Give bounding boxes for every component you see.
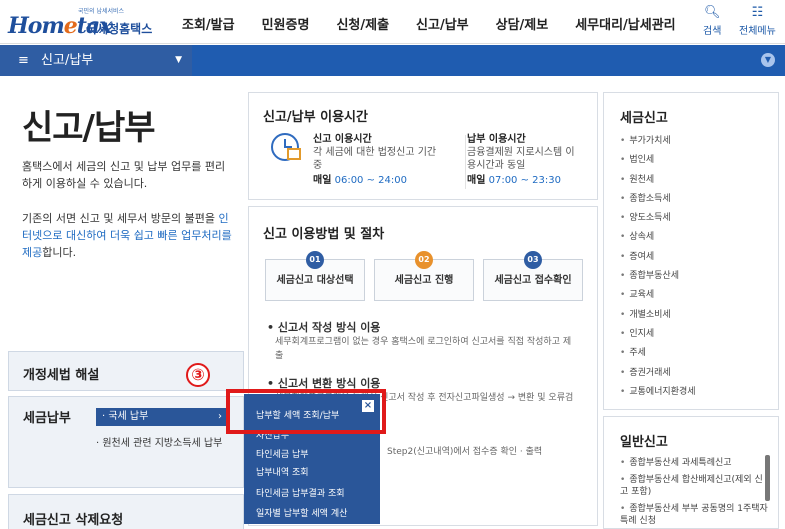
breadcrumb-bar: ≡ 신고/납부 ▼ ▼ [0,45,785,76]
list-item[interactable]: 양도소득세 [620,210,696,229]
list-item[interactable]: 증권거래세 [620,365,696,384]
step-1-number: 01 [306,251,324,269]
general-filing-panel: 일반신고 종합부동산세 과세특례신고 종합부동산세 합산배제신고(제외 신고 포… [603,416,779,529]
hometax-logo[interactable]: 국민의 납세서비스 Hometax 국세청홈택스 [8,6,158,40]
nav-agent[interactable]: 세무대리/납세관리 [575,14,675,33]
grid-icon: ☷ [751,5,764,20]
national-tax-payment-link[interactable]: · 국세 납부 › [96,408,228,426]
tax-payment-title: 세금납부 [23,411,71,426]
divider [465,135,466,189]
list-item[interactable]: 종합부동산세 과세특례신고 [620,457,768,469]
list-item[interactable]: 상속세 [620,229,696,248]
top-header: 국민의 납세서비스 Hometax 국세청홈택스 조회/발급 민원증명 신청/제… [0,0,785,44]
list-item[interactable]: 종합부동산세 부부 공동명의 1주택자 특례 신청 [620,503,768,527]
all-menu-label: 전체메뉴 [739,26,776,37]
method-1-title: • 신고서 작성 방식 이용 [267,321,381,334]
step-marker: ③ [186,363,210,387]
step-2-number: 02 [415,251,433,269]
submenu-item-daily-calc[interactable]: 일자별 납부할 세액 계산 [256,506,347,519]
list-item[interactable]: 종합부동산세 합산배제신고(제외 신고 포함) [620,474,768,498]
search-button[interactable]: 🔍︎ 검색 [703,5,722,38]
method-3-text: Step2(신고내역)에서 접수증 확인 · 출력 [387,447,543,457]
tax-filing-list: 부가가치세 법인세 원천세 종합소득세 양도소득세 상속세 증여세 종합부동산세… [620,133,696,403]
search-label: 검색 [703,26,722,37]
general-filing-list: 종합부동산세 과세특례신고 종합부동산세 합산배제신고(제외 신고 포함) 종합… [620,457,768,529]
method-1-text: 세무회계프로그램이 없는 경우 홈택스에 로그인하여 신고서를 직접 작성하고 … [275,337,572,361]
chevron-right-icon: › [218,411,222,422]
list-item[interactable]: 주세 [620,345,696,364]
list-item[interactable]: 종합부동산세 [620,268,696,287]
highlight-box [226,389,386,434]
search-icon: 🔍︎ [703,5,721,20]
nav-inquiry[interactable]: 조회/발급 [182,14,235,33]
submenu-item-other-result[interactable]: 타인세금 납부결과 조회 [256,486,345,499]
time-panel-title: 신고/납부 이용시간 [263,110,368,125]
nav-certificate[interactable]: 민원증명 [262,14,310,33]
page-title: 신고/납부 [22,108,156,148]
intro-text-2: 기존의 서면 신고 및 세무서 방문의 불편을 인터넷으로 대신하여 더욱 쉽고… [22,212,232,259]
list-item[interactable]: 법인세 [620,152,696,171]
tax-filing-panel: 세금신고 부가가치세 법인세 원천세 종합소득세 양도소득세 상속세 증여세 종… [603,92,779,410]
intro-text: 홈택스에서 세금의 신고 및 납부 업무를 편리하게 이용하실 수 있습니다. [22,160,226,190]
list-item[interactable]: 인지세 [620,326,696,345]
filing-delete-box[interactable]: 세금신고 삭제요청 [8,494,244,529]
chevron-down-icon[interactable]: ▼ [761,53,775,67]
general-filing-title: 일반신고 [620,435,668,450]
tax-law-title: 개정세법 해설 [23,368,100,383]
logo-korean: 국세청홈택스 [86,22,153,36]
nav-filing-payment[interactable]: 신고/납부 [416,14,469,33]
submenu-item-history[interactable]: 납부내역 조회 [256,465,309,478]
calendar-icon [287,148,301,160]
nav-consult[interactable]: 상담/제보 [496,14,549,33]
list-item[interactable]: 증여세 [620,249,696,268]
list-item[interactable]: 교육세 [620,287,696,306]
submenu-item-other-pay[interactable]: 타인세금 납부 [256,447,309,460]
tax-filing-title: 세금신고 [620,111,668,126]
list-item[interactable]: 종합소득세 [620,191,696,210]
scrollbar[interactable] [765,455,770,501]
procedure-title: 신고 이용방법 및 절차 [263,227,385,242]
list-item[interactable]: 부가가치세 [620,133,696,152]
filing-delete-title: 세금신고 삭제요청 [23,513,124,528]
breadcrumb-label: 신고/납부 [41,53,94,68]
filing-hours: 신고 이용시간 각 세금에 대한 법정신고 기간 중 매일 06:00 ~ 24… [313,134,437,186]
hamburger-icon: ≡ [18,53,29,68]
breadcrumb-dropdown[interactable]: ≡ 신고/납부 ▼ [0,45,192,76]
nav-application[interactable]: 신청/제출 [336,14,389,33]
all-menu-button[interactable]: ☷ 전체메뉴 [739,5,776,38]
list-item[interactable]: 원천세 [620,172,696,191]
list-item[interactable]: 교통에너지환경세 [620,384,695,403]
list-item[interactable]: 개별소비세 [620,307,696,326]
step-3-number: 03 [524,251,542,269]
local-income-tax-payment-link[interactable]: · 원천세 관련 지방소득세 납부 [96,434,222,449]
payment-hours: 납부 이용시간 금융결제원 지로시스템 이용시간과 동일 매일 07:00 ~ … [467,134,575,186]
caret-down-icon: ▼ [175,55,182,65]
global-nav: 조회/발급 민원증명 신청/제출 신고/납부 상담/제보 세무대리/납세관리 [182,14,703,33]
time-panel: 신고/납부 이용시간 신고 이용시간 각 세금에 대한 법정신고 기간 중 매일… [248,92,598,200]
